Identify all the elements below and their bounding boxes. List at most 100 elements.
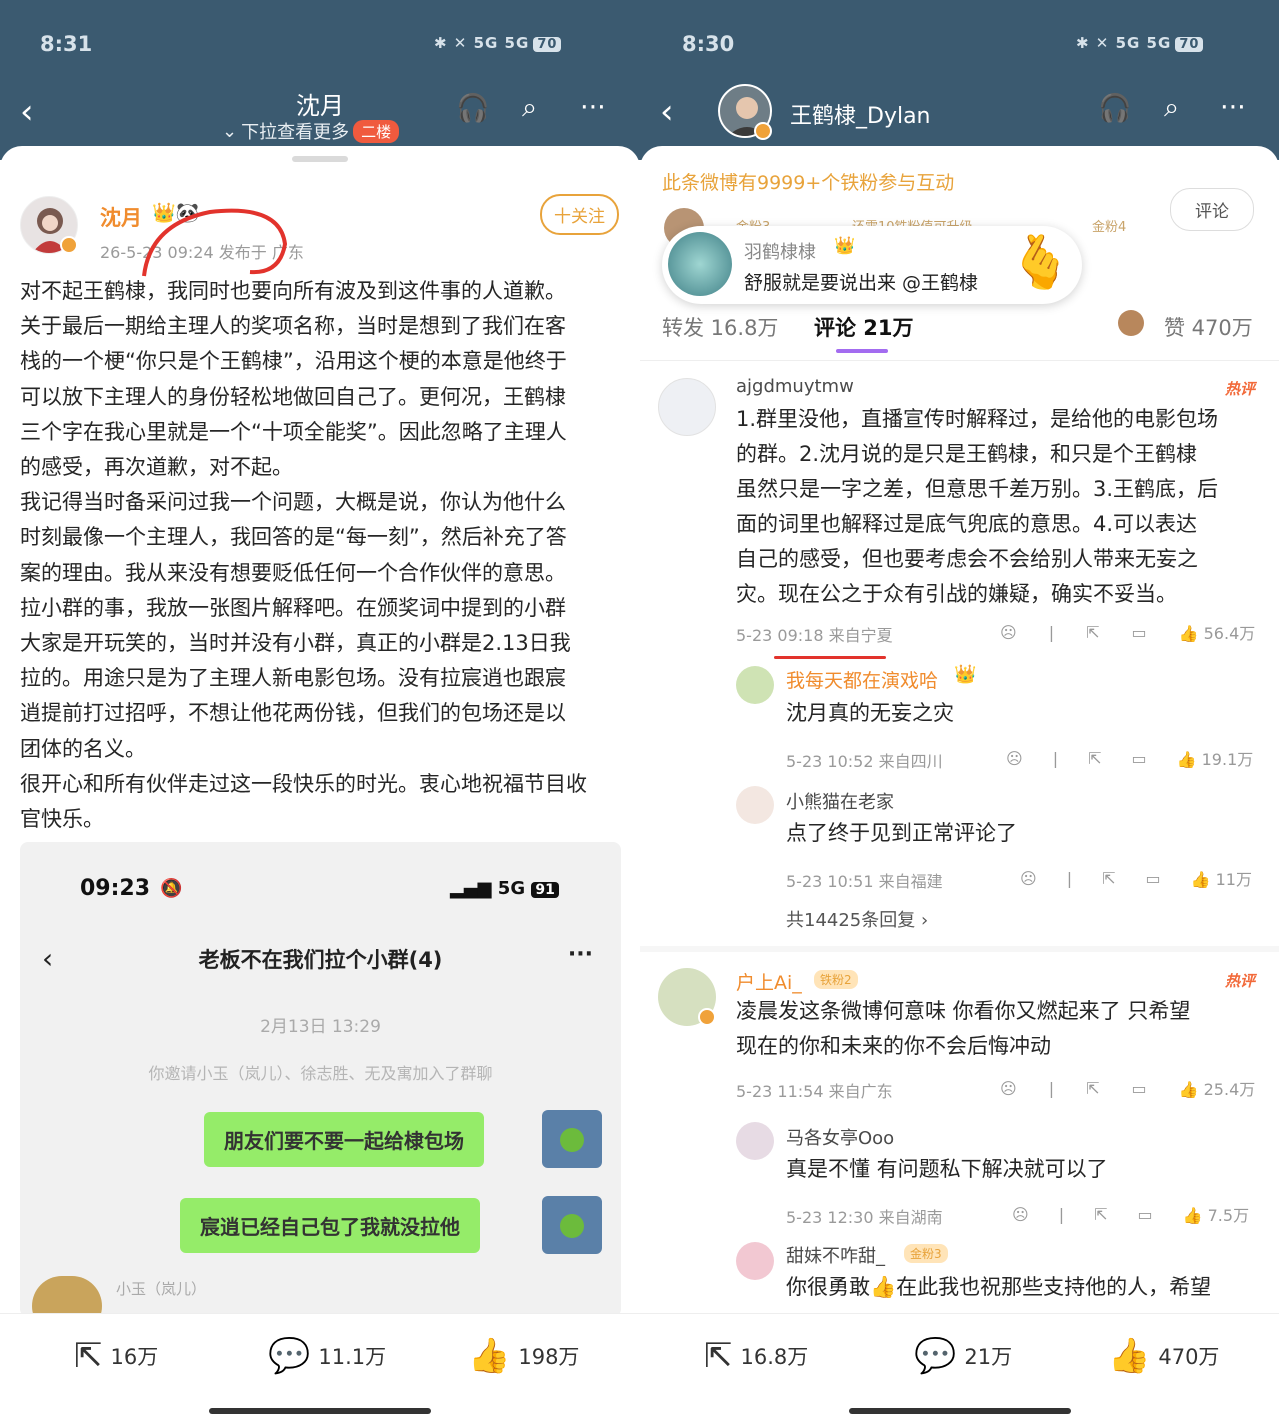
dislike-icon[interactable]: ☹ (1020, 869, 1037, 888)
reply-actions: ☹ | ⇱ ▭ 👍 11万 (1020, 866, 1252, 890)
comment-meta: 5-23 11:54 来自广东 (736, 1082, 893, 1101)
verified-icon (60, 236, 78, 254)
reply-user[interactable]: 小熊猫在老家 (786, 788, 894, 814)
follow-button[interactable]: 十关注 (540, 194, 619, 235)
search-icon[interactable]: ⌕ (1164, 92, 1179, 124)
author-name[interactable]: 沈月 (100, 202, 142, 232)
more-icon[interactable]: ··· (580, 92, 606, 123)
comment-button[interactable]: 💬 21万 (914, 1336, 1012, 1376)
reply-avatar[interactable] (736, 1242, 774, 1280)
chat-system-message: 你邀请小玉（岚儿）、徐志胜、无及寓加入了群聊 (148, 1064, 493, 1083)
reply-icon[interactable]: ▭ (1145, 869, 1160, 888)
post-line: 时刻最像一个主理人，我回答的是“每一刻”，然后补充了答 (20, 525, 567, 550)
like-button[interactable]: 👍 11万 (1191, 866, 1252, 890)
right-screenshot: 8:30 ✱ ✕ 5G 5G 70 ‹ 王鹤棣_Dylan 🎧 ⌕ ··· 此条微… (640, 0, 1279, 1423)
reply-user[interactable]: 我每天都在演戏哈 (786, 666, 938, 693)
dislike-icon[interactable]: ☹ (1000, 623, 1017, 642)
share-button[interactable]: ⇱ 16.8万 (704, 1336, 808, 1376)
top-bar: 8:31 ✱ ✕ 5G 5G 70 ‹ 沈月 ⌄ 下拉查看更多 二楼 🎧 ⌕ ··… (0, 0, 640, 160)
share-icon[interactable]: ⇱ (1102, 869, 1115, 888)
commenter-name[interactable]: ajgdmuytmw (736, 376, 854, 397)
comment-button[interactable]: 评论 (1170, 188, 1254, 231)
battery-icon: 70 (1175, 37, 1204, 52)
comment-meta: 5-23 09:18 来自宁夏 (736, 626, 893, 645)
tab-comments[interactable]: 评论 21万 (814, 312, 914, 342)
back-icon[interactable]: ‹ (660, 92, 674, 132)
fan-tag: 金粉4 (1092, 220, 1127, 235)
verified-icon (754, 122, 772, 140)
search-icon[interactable]: ⌕ (522, 92, 537, 124)
reply-user[interactable]: 甜妹不咋甜_ (786, 1242, 885, 1268)
like-button[interactable]: 👍 56.4万 (1179, 620, 1256, 644)
share-button[interactable]: ⇱ 16万 (74, 1336, 158, 1376)
more-replies-link[interactable]: 共14425条回复 › (786, 906, 928, 932)
heart-hand-icon: 🫰 (1008, 233, 1073, 293)
chat-more-icon: ··· (567, 942, 593, 967)
crown-icon: 👑 (954, 664, 977, 685)
dislike-icon[interactable]: ☹ (1000, 1079, 1017, 1098)
share-icon[interactable]: ⇱ (1094, 1205, 1107, 1224)
chat-title: 老板不在我们拉个小群(4) (198, 948, 443, 972)
like-button[interactable]: 👍 7.5万 (1183, 1202, 1249, 1226)
post-line: 官快乐。 (20, 807, 104, 832)
share-icon: ⇱ (74, 1336, 103, 1376)
comments-sheet: 此条微博有9999+个铁粉参与互动 金粉3 还需10铁粉值可升级 金粉4 评论 … (640, 146, 1279, 1423)
sender-avatar (542, 1196, 602, 1254)
sender-avatar (542, 1110, 602, 1168)
chat-screenshot-image[interactable]: 09:23 🔕 ▂▄▆ 5G 91 ‹ 老板不在我们拉个小群(4) ··· 2月… (20, 842, 621, 1317)
commenter-name[interactable]: 户上Ai_ (736, 968, 802, 995)
tab-likes[interactable]: 赞 470万 (1164, 312, 1253, 342)
action-bar: ⇱ 16万 💬 11.1万 👍 198万 (0, 1313, 640, 1423)
popup-user: 羽鹤棣棣 (744, 242, 816, 263)
reply-avatar[interactable] (736, 1122, 774, 1160)
separator: | (1048, 622, 1055, 642)
share-icon[interactable]: ⇱ (1088, 749, 1101, 768)
listen-icon[interactable]: 🎧 (1098, 92, 1132, 124)
like-button[interactable]: 👍 198万 (468, 1336, 579, 1376)
status-icons: ✱ ✕ 5G 5G 70 (434, 34, 562, 52)
pull-down-hint[interactable]: ⌄ 下拉查看更多 二楼 (222, 118, 400, 144)
tab-repost[interactable]: 转发 16.8万 (662, 312, 778, 342)
share-icon[interactable]: ⇱ (1086, 1079, 1099, 1098)
red-underline-annotation (774, 656, 886, 659)
like-button[interactable]: 👍 470万 (1108, 1336, 1219, 1376)
reply-avatar[interactable] (736, 666, 774, 704)
post-line: 可以放下主理人的身份轻松地做回自己了。更何况，王鹤棣 (20, 384, 566, 409)
reply-icon[interactable]: ▭ (1131, 623, 1146, 642)
interaction-popup[interactable]: 羽鹤棣棣 👑 舒服就是要说出来 @王鹤棣 🫰 (662, 226, 1082, 304)
username[interactable]: 王鹤棣_Dylan (790, 98, 931, 130)
hot-comment-badge: 热评 (1224, 972, 1255, 990)
post-line: 案的理由。我从来没有想要贬低任何一个合作伙伴的意思。 (20, 560, 566, 585)
reply-avatar[interactable] (736, 786, 774, 824)
reply-user[interactable]: 马各女亭Ooo (786, 1124, 894, 1150)
reply-text: 你很勇敢👍在此我也祝那些支持他的人，希望 (786, 1275, 1212, 1299)
reply-icon[interactable]: ▭ (1137, 1205, 1152, 1224)
chat-message: 宸逍已经自己包了我就没拉他 (180, 1198, 480, 1253)
post-line: 我记得当时备采问过我一个问题，大概是说，你认为他什么 (20, 490, 566, 515)
dislike-icon[interactable]: ☹ (1006, 749, 1023, 768)
post-line: 拉的。用途只是为了主理人新电影包场。没有拉宸逍也跟宸 (20, 666, 566, 691)
more-icon[interactable]: ··· (1220, 92, 1246, 123)
second-floor-badge: 二楼 (353, 119, 400, 143)
chat-message: 朋友们要不要一起给棣包场 (204, 1112, 484, 1167)
peer-avatar (32, 1276, 102, 1317)
dislike-icon[interactable]: ☹ (1012, 1205, 1029, 1224)
post-line: 逍提前打过招呼，不想让他花两份钱，但我们的包场还是以 (20, 701, 566, 726)
commenter-avatar[interactable] (658, 378, 716, 436)
like-button[interactable]: 👍 25.4万 (1179, 1076, 1256, 1100)
thumbs-up-icon: 👍 (1108, 1336, 1151, 1376)
share-icon: ⇱ (704, 1336, 733, 1376)
drag-handle[interactable] (292, 156, 348, 162)
reply-icon[interactable]: ▭ (1131, 1079, 1146, 1098)
reply-actions: ☹ | ⇱ ▭ 👍 7.5万 (1012, 1202, 1249, 1226)
popup-text: 舒服就是要说出来 @王鹤棣 (744, 272, 979, 294)
liker-avatar (1118, 310, 1144, 336)
comment-button[interactable]: 💬 11.1万 (268, 1336, 386, 1376)
reply-icon[interactable]: ▭ (1131, 749, 1146, 768)
home-indicator (209, 1408, 431, 1414)
status-time: 8:31 (40, 32, 93, 56)
share-icon[interactable]: ⇱ (1086, 623, 1099, 642)
listen-icon[interactable]: 🎧 (456, 92, 490, 124)
crown-icon: 👑 (834, 236, 856, 256)
like-button[interactable]: 👍 19.1万 (1177, 746, 1254, 770)
